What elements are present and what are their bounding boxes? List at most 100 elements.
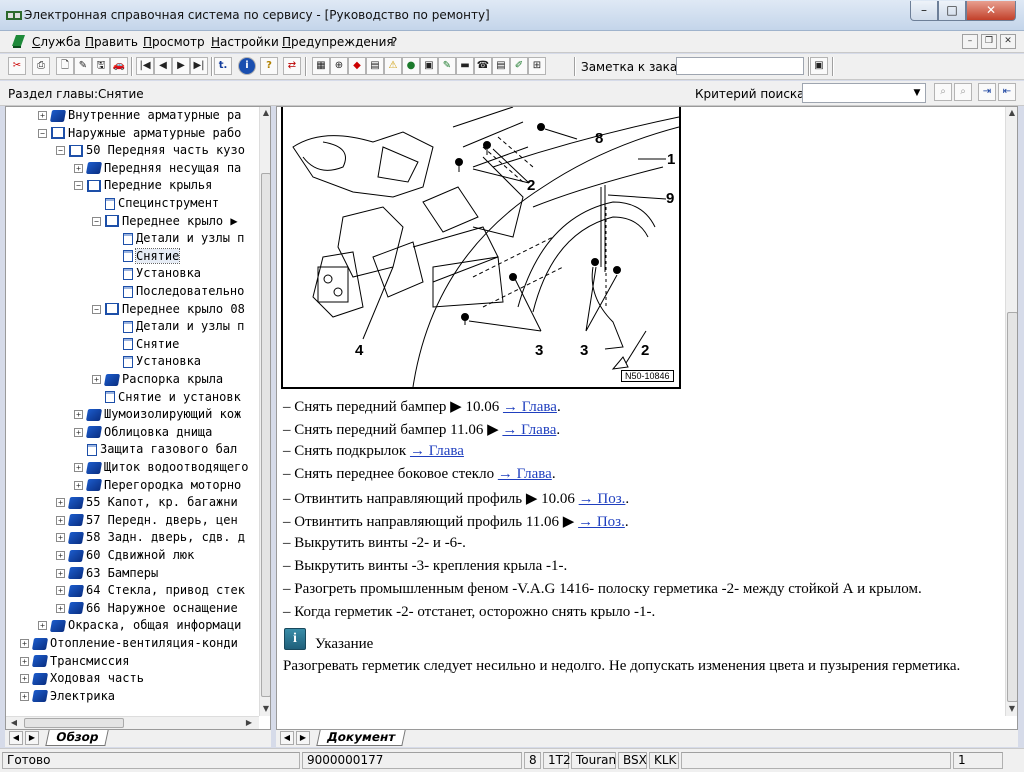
search-criteria-select[interactable]: ▼: [802, 83, 926, 103]
tree-item[interactable]: +58 Задн. дверь, сдв. д: [56, 529, 245, 546]
search-forward-icon[interactable]: ⌕: [934, 83, 952, 101]
expand-icon[interactable]: +: [38, 621, 47, 631]
tab-next-icon[interactable]: ▶: [296, 731, 310, 745]
new-document-icon[interactable]: 🗋: [56, 57, 74, 75]
wrench-icon[interactable]: ▬: [456, 57, 474, 75]
tab-overview[interactable]: Обзор: [45, 730, 110, 746]
tree-item[interactable]: Снятие и установк: [92, 389, 241, 406]
tree-item[interactable]: Снятие: [110, 247, 181, 265]
last-page-icon[interactable]: ▶|: [190, 57, 208, 75]
car-icon[interactable]: 🚗: [110, 57, 128, 75]
expand-icon[interactable]: +: [56, 603, 65, 613]
tree-item[interactable]: + Отопление-вентиляция-конди: [20, 635, 238, 652]
expand-icon[interactable]: +: [20, 674, 29, 684]
expand-icon[interactable]: +: [74, 427, 83, 437]
order-note-input[interactable]: [676, 57, 804, 75]
scroll-down-icon[interactable]: ▼: [260, 703, 270, 715]
print-icon[interactable]: ⎙: [32, 57, 50, 75]
tab-prev-icon[interactable]: ◀: [9, 731, 23, 745]
diamond-icon[interactable]: ◆: [348, 57, 366, 75]
expand-icon[interactable]: ⇥: [978, 83, 996, 101]
scroll-right-icon[interactable]: ▶: [243, 717, 255, 729]
list-icon[interactable]: ▤: [366, 57, 384, 75]
expand-icon[interactable]: +: [74, 480, 83, 490]
step-link[interactable]: → Глава: [503, 399, 557, 415]
tree-item[interactable]: + Окраска, общая информаци: [38, 617, 241, 634]
order-save-icon[interactable]: ▣: [810, 57, 828, 75]
expand-icon[interactable]: +: [56, 533, 65, 543]
calculator-icon[interactable]: ▦: [312, 57, 330, 75]
table-icon[interactable]: ▤: [492, 57, 510, 75]
collapse-icon[interactable]: −: [74, 181, 83, 191]
menu-settings[interactable]: Настройки: [211, 35, 279, 49]
menu-warnings[interactable]: Предупреждения: [282, 35, 394, 49]
expand-icon[interactable]: +: [74, 163, 83, 173]
tree-item[interactable]: +64 Стекла, привод стек: [56, 582, 245, 599]
menu-help[interactable]: ?: [391, 35, 397, 49]
image-icon[interactable]: ▣: [420, 57, 438, 75]
minimize-window-button[interactable]: –: [910, 1, 938, 21]
tree-item[interactable]: Снятие: [110, 336, 179, 353]
collapse-icon[interactable]: −: [38, 128, 47, 138]
scroll-up-icon[interactable]: ▲: [260, 107, 270, 119]
expand-icon[interactable]: +: [56, 498, 65, 508]
tree-item[interactable]: Детали и узлы п: [110, 318, 244, 335]
tree-item[interactable]: +60 Сдвижной люк: [56, 547, 194, 564]
circle-icon[interactable]: ●: [402, 57, 420, 75]
tree-item[interactable]: − Передние крылья: [74, 177, 212, 194]
tree-item[interactable]: +66 Наружное оснащение: [56, 600, 238, 617]
step-link[interactable]: → Поз.: [578, 514, 625, 530]
globe-icon[interactable]: ⊕: [330, 57, 348, 75]
info-icon[interactable]: i: [238, 57, 256, 75]
expand-icon[interactable]: +: [74, 463, 83, 472]
pen-icon[interactable]: ✐: [510, 57, 528, 75]
tree-item[interactable]: Установка: [110, 353, 201, 370]
previous-page-icon[interactable]: ◀: [154, 57, 172, 75]
menu-view[interactable]: Просмотр: [143, 35, 205, 49]
expand-icon[interactable]: +: [38, 111, 47, 120]
collapse-icon[interactable]: ⇤: [998, 83, 1016, 101]
collapse-icon[interactable]: −: [56, 146, 65, 156]
scroll-left-icon[interactable]: ◀: [8, 717, 20, 729]
tree-item[interactable]: Последовательно: [110, 283, 244, 300]
tree-item[interactable]: + Щиток водоотводящего: [74, 459, 249, 476]
next-page-icon[interactable]: ▶: [172, 57, 190, 75]
tree-item[interactable]: Защита газового бал: [74, 441, 237, 458]
tree-item[interactable]: Специнструмент: [92, 195, 219, 212]
tree-item[interactable]: + Шумоизолирующий кож: [74, 406, 241, 423]
tree-item[interactable]: + Внутренние арматурные ра: [38, 107, 241, 124]
warning-icon[interactable]: ⚠: [384, 57, 402, 75]
tree-hscroll-thumb[interactable]: [24, 718, 124, 728]
menu-edit[interactable]: Править: [85, 35, 138, 49]
tree-item[interactable]: Детали и узлы п: [110, 230, 244, 247]
maximize-window-button[interactable]: □: [938, 1, 966, 21]
tree-item[interactable]: +63 Бамперы: [56, 565, 158, 582]
tab-prev-icon[interactable]: ◀: [280, 731, 294, 745]
edit-icon[interactable]: ✎: [74, 57, 92, 75]
tree-item[interactable]: + Передняя несущая па: [74, 160, 241, 177]
tree-item[interactable]: + Распорка крыла: [92, 371, 223, 388]
step-link[interactable]: → Поз.: [579, 491, 626, 507]
save-disk-icon[interactable]: 🖫: [92, 57, 110, 75]
tab-next-icon[interactable]: ▶: [25, 731, 39, 745]
mdi-minimize-button[interactable]: –: [962, 34, 978, 49]
mdi-restore-button[interactable]: ❐: [981, 34, 997, 49]
mdi-close-button[interactable]: ✕: [1000, 34, 1016, 49]
tree-item[interactable]: + Трансмиссия: [20, 653, 129, 670]
collapse-icon[interactable]: −: [92, 304, 101, 314]
scroll-down-icon[interactable]: ▼: [1006, 703, 1017, 715]
tree-vertical-scrollbar[interactable]: ▲ ▼: [259, 107, 270, 716]
expand-icon[interactable]: +: [56, 586, 65, 596]
collapse-icon[interactable]: −: [92, 216, 101, 226]
expand-icon[interactable]: +: [20, 656, 29, 666]
tree-item[interactable]: + Ходовая часть: [20, 670, 144, 687]
swap-icon[interactable]: ⇄: [283, 57, 301, 75]
expand-icon[interactable]: +: [20, 639, 29, 648]
scroll-up-icon[interactable]: ▲: [1006, 107, 1017, 119]
close-window-button[interactable]: ✕: [966, 1, 1016, 21]
chevron-down-icon[interactable]: ▼: [909, 84, 925, 102]
help-icon[interactable]: ?: [260, 57, 278, 75]
menu-service[interactable]: Служба: [32, 35, 81, 49]
tree-item[interactable]: + Перегородка моторно: [74, 477, 241, 494]
tree-scroll-thumb[interactable]: [261, 173, 270, 697]
